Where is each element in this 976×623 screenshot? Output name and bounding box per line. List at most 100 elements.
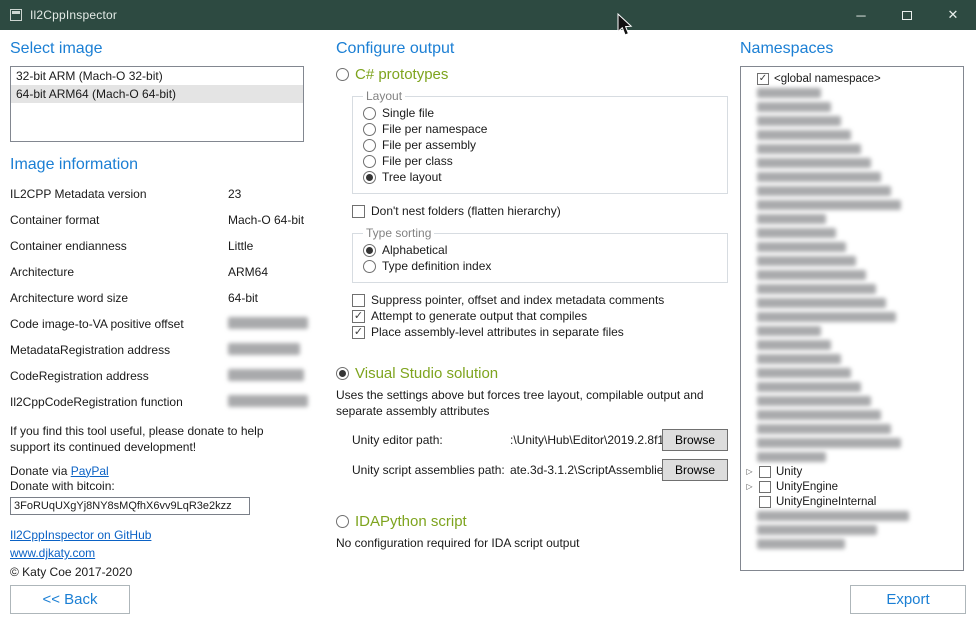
checkbox-label: Attempt to generate output that compiles <box>371 309 587 323</box>
namespace-item-redacted[interactable] <box>743 156 961 170</box>
csharp-prototypes-radio[interactable]: C# prototypes <box>336 66 732 83</box>
bitcoin-address-input[interactable] <box>10 497 250 515</box>
info-value: 23 <box>228 187 241 201</box>
namespace-item-redacted[interactable] <box>743 366 961 380</box>
redacted-text <box>757 298 886 308</box>
redacted-text <box>757 88 821 98</box>
namespace-item[interactable]: ▷ UnityEngine <box>743 479 961 494</box>
redacted-text <box>757 525 877 535</box>
namespace-item-redacted[interactable] <box>743 422 961 436</box>
layout-option-radio[interactable]: Single file <box>363 106 717 120</box>
namespaces-listbox[interactable]: ✓<global namespace> ▷ Unity ▷ UnityEngineUni… <box>740 66 964 571</box>
redacted-text <box>757 424 891 434</box>
namespace-item-redacted[interactable] <box>743 170 961 184</box>
redacted-text <box>757 186 891 196</box>
namespace-item-redacted[interactable] <box>743 282 961 296</box>
namespace-label: Unity <box>776 466 802 478</box>
namespace-item[interactable]: UnityEngineInternal <box>743 494 961 509</box>
left-panel: Select image 32-bit ARM (Mach-O 32-bit)6… <box>10 40 304 623</box>
info-value: 64-bit <box>228 291 258 305</box>
redacted-text <box>757 312 896 322</box>
namespace-item-redacted[interactable] <box>743 352 961 366</box>
layout-option-radio[interactable]: Tree layout <box>363 170 717 184</box>
layout-option-radio[interactable]: File per class <box>363 154 717 168</box>
checkbox-icon <box>759 466 771 478</box>
minimize-button[interactable]: ─ <box>838 0 884 30</box>
browse-button[interactable]: Browse <box>662 459 728 481</box>
namespace-item-redacted[interactable] <box>743 240 961 254</box>
back-button[interactable]: << Back <box>10 585 130 614</box>
export-button[interactable]: Export <box>850 585 966 614</box>
namespace-item-redacted[interactable] <box>743 184 961 198</box>
namespace-item-redacted[interactable] <box>743 324 961 338</box>
expander-icon[interactable]: ▷ <box>745 468 754 476</box>
namespace-item-redacted[interactable] <box>743 338 961 352</box>
checkbox-icon: ✓ <box>757 73 769 85</box>
redacted-text <box>757 228 836 238</box>
namespace-item-redacted[interactable] <box>743 537 961 551</box>
namespace-item-global[interactable]: ✓<global namespace> <box>743 71 961 86</box>
idapython-radio[interactable]: IDAPython script <box>336 513 732 530</box>
redacted-text <box>757 256 856 266</box>
redacted-text <box>757 382 861 392</box>
path-field-row: Unity editor path::\Unity\Hub\Editor\201… <box>352 429 728 451</box>
namespace-item-redacted[interactable] <box>743 254 961 268</box>
namespaces-panel: Namespaces ✓<global namespace>▷Unity▷Uni… <box>740 40 966 623</box>
namespace-label: UnityEngine <box>776 481 838 493</box>
namespace-item-redacted[interactable] <box>743 268 961 282</box>
namespace-item-redacted[interactable] <box>743 394 961 408</box>
info-row: CodeRegistration address <box>10 364 304 390</box>
image-list-item[interactable]: 64-bit ARM64 (Mach-O 64-bit) <box>11 85 303 103</box>
redacted-text <box>757 130 851 140</box>
checkbox-icon <box>759 496 771 508</box>
namespace-item-redacted[interactable] <box>743 509 961 523</box>
namespace-item-redacted[interactable] <box>743 86 961 100</box>
expander-icon[interactable]: ▷ <box>745 483 754 491</box>
namespace-item-redacted[interactable] <box>743 523 961 537</box>
maximize-button[interactable] <box>884 0 930 30</box>
image-list-item[interactable]: 32-bit ARM (Mach-O 32-bit) <box>11 67 303 85</box>
namespace-item-redacted[interactable] <box>743 212 961 226</box>
option-checkbox[interactable]: ✓Place assembly-level attributes in sepa… <box>352 325 732 339</box>
namespace-item-redacted[interactable] <box>743 380 961 394</box>
github-link[interactable]: Il2CppInspector on GitHub <box>10 528 151 542</box>
namespace-item-redacted[interactable] <box>743 226 961 240</box>
type-sorting-group-title: Type sorting <box>363 226 434 240</box>
browse-button[interactable]: Browse <box>662 429 728 451</box>
namespace-item-redacted[interactable] <box>743 450 961 464</box>
namespace-item-redacted[interactable] <box>743 128 961 142</box>
option-checkbox[interactable]: Suppress pointer, offset and index metad… <box>352 293 732 307</box>
info-label: Architecture <box>10 265 74 279</box>
close-button[interactable]: ✕ <box>930 0 976 30</box>
sorting-option-radio[interactable]: Alphabetical <box>363 243 717 257</box>
radio-icon <box>363 260 376 273</box>
visual-studio-radio[interactable]: Visual Studio solution <box>336 365 732 382</box>
namespace-item-redacted[interactable] <box>743 310 961 324</box>
radio-label: Single file <box>382 106 434 120</box>
namespace-item-redacted[interactable] <box>743 100 961 114</box>
titlebar[interactable]: Il2CppInspector ─ ✕ <box>0 0 976 30</box>
website-link[interactable]: www.djkaty.com <box>10 546 95 560</box>
redacted-text <box>757 116 841 126</box>
flatten-checkbox[interactable]: Don't nest folders (flatten hierarchy) <box>352 204 732 218</box>
namespace-item-redacted[interactable] <box>743 296 961 310</box>
namespace-item-redacted[interactable] <box>743 198 961 212</box>
sorting-option-radio[interactable]: Type definition index <box>363 259 717 273</box>
layout-option-radio[interactable]: File per assembly <box>363 138 717 152</box>
option-checkbox[interactable]: ✓Attempt to generate output that compile… <box>352 309 732 323</box>
namespace-item-redacted[interactable] <box>743 436 961 450</box>
paypal-link[interactable]: PayPal <box>71 464 109 478</box>
radio-label: File per assembly <box>382 138 476 152</box>
checkbox-label: Place assembly-level attributes in separ… <box>371 325 624 339</box>
donate-via-text: Donate via <box>10 464 71 478</box>
redacted-text <box>757 200 901 210</box>
namespace-item-redacted[interactable] <box>743 408 961 422</box>
info-label: Il2CppCodeRegistration function <box>10 395 183 409</box>
radio-label: C# prototypes <box>355 66 448 83</box>
namespace-item-redacted[interactable] <box>743 114 961 128</box>
layout-option-radio[interactable]: File per namespace <box>363 122 717 136</box>
namespace-item[interactable]: ▷ Unity <box>743 464 961 479</box>
image-listbox[interactable]: 32-bit ARM (Mach-O 32-bit)64-bit ARM64 (… <box>10 66 304 142</box>
namespace-item-redacted[interactable] <box>743 142 961 156</box>
info-label: CodeRegistration address <box>10 369 149 383</box>
